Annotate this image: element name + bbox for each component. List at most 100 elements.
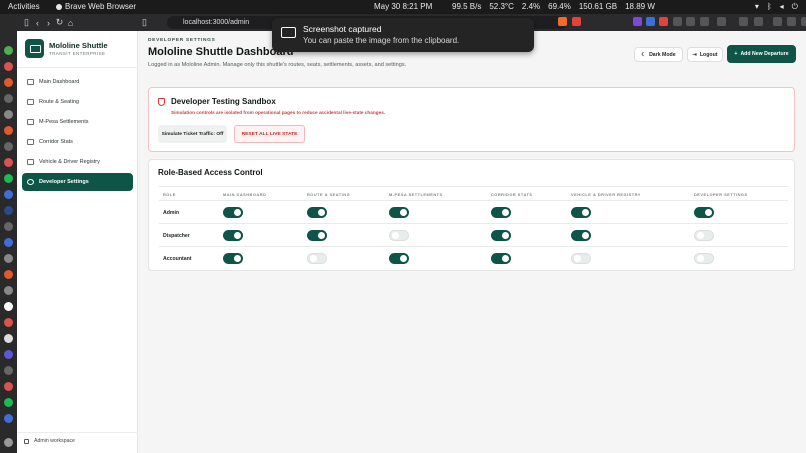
leo-icon[interactable] <box>754 17 763 26</box>
toggle-knob <box>582 209 589 216</box>
column-header: MAIN DASHBOARD <box>223 192 267 197</box>
dock-app-icon[interactable] <box>4 302 13 311</box>
sidebar-panel-icon[interactable] <box>717 17 726 26</box>
permission-toggle[interactable] <box>223 207 243 218</box>
back-icon[interactable]: ‹ <box>32 18 43 28</box>
show-apps-icon[interactable] <box>4 438 13 447</box>
dock-app-icon[interactable] <box>4 222 13 231</box>
wifi-icon[interactable]: ▾ <box>755 2 759 12</box>
dock-app-icon[interactable] <box>4 270 13 279</box>
bookmark-icon[interactable]: ▯ <box>139 17 150 28</box>
app-menu[interactable]: Brave Web Browser <box>56 2 136 11</box>
toggle-knob <box>234 255 241 262</box>
menu-icon[interactable] <box>773 17 782 26</box>
forward-icon[interactable]: › <box>43 18 54 28</box>
brave-shields-icon[interactable] <box>558 17 567 26</box>
extension-icon[interactable] <box>659 17 668 26</box>
sidebar-item-mpesa-settlements[interactable]: M-Pesa Settlements <box>22 113 133 131</box>
permission-toggle[interactable] <box>491 207 511 218</box>
system-tray[interactable]: ▾ ᛒ ◂ ⏻ <box>755 2 798 12</box>
dock-app-icon[interactable] <box>4 94 13 103</box>
add-new-departure-button[interactable]: + Add New Departure <box>727 45 796 63</box>
volume-icon[interactable]: ◂ <box>780 2 784 12</box>
permission-toggle[interactable] <box>307 207 327 218</box>
bluetooth-icon[interactable]: ᛒ <box>767 2 772 12</box>
dock-app-icon[interactable] <box>4 46 13 55</box>
reset-live-state-button[interactable]: RESET ALL LIVE STATE <box>234 125 305 143</box>
brand[interactable]: Mololine Shuttle TRANSIT ENTERPRISE <box>25 39 108 58</box>
dock-app-icon[interactable] <box>4 286 13 295</box>
extensions-menu-icon[interactable] <box>700 17 709 26</box>
dock-app-icon[interactable] <box>4 78 13 87</box>
permission-toggle[interactable] <box>694 253 714 264</box>
dock-app-icon[interactable] <box>4 350 13 359</box>
dock-app-icon[interactable] <box>4 174 13 183</box>
toast-message: You can paste the image from the clipboa… <box>303 36 460 45</box>
minimize-icon[interactable] <box>787 17 796 26</box>
dock-app-icon[interactable] <box>4 334 13 343</box>
permission-toggle[interactable] <box>491 253 511 264</box>
permission-toggle[interactable] <box>223 230 243 241</box>
home-icon[interactable]: ⌂ <box>65 18 76 28</box>
divider <box>17 432 138 433</box>
permission-toggle[interactable] <box>571 230 591 241</box>
dock-app-icon[interactable] <box>4 382 13 391</box>
permission-toggle[interactable] <box>694 207 714 218</box>
toggle-knob <box>318 209 325 216</box>
permission-toggle[interactable] <box>491 230 511 241</box>
permission-toggle[interactable] <box>307 230 327 241</box>
activities-button[interactable]: Activities <box>8 2 40 11</box>
dark-mode-button[interactable]: ☾ Dark Mode <box>634 47 683 62</box>
table-divider <box>159 200 788 201</box>
sidebar-item-vehicle-driver-registry[interactable]: Vehicle & Driver Registry <box>22 153 133 171</box>
logout-icon: ⇥ <box>692 51 697 58</box>
dock-app-icon[interactable] <box>4 318 13 327</box>
extension-icon[interactable] <box>673 17 682 26</box>
power-menu-icon[interactable]: ⏻ <box>792 2 798 12</box>
dock-app-icon[interactable] <box>4 414 13 423</box>
workspace-text: Admin workspace <box>34 438 75 444</box>
wallet-icon[interactable] <box>739 17 748 26</box>
dock-app-icon[interactable] <box>4 398 13 407</box>
permission-toggle[interactable] <box>571 253 591 264</box>
dock-app-icon[interactable] <box>4 142 13 151</box>
permission-toggle[interactable] <box>571 207 591 218</box>
sidebar-item-main-dashboard[interactable]: Main Dashboard <box>22 73 133 91</box>
dock-app-icon[interactable] <box>4 254 13 263</box>
permission-toggle[interactable] <box>307 253 327 264</box>
role-label: Accountant <box>163 256 192 262</box>
sidebar-item-corridor-stats[interactable]: Corridor Stats <box>22 133 133 151</box>
plus-icon: + <box>734 51 738 57</box>
sidebar-item-developer-settings[interactable]: Developer Settings <box>22 173 133 191</box>
permission-toggle[interactable] <box>389 207 409 218</box>
close-window-icon[interactable] <box>801 17 806 26</box>
extension-icon[interactable] <box>646 17 655 26</box>
dock-app-icon[interactable] <box>4 158 13 167</box>
clock[interactable]: May 30 8:21 PM <box>374 2 432 11</box>
screenshot-toast[interactable]: Screenshot captured You can paste the im… <box>272 18 534 52</box>
brave-rewards-icon[interactable] <box>572 17 581 26</box>
sidebar-toggle-icon[interactable]: ▯ <box>21 17 32 28</box>
logout-button[interactable]: ⇥ Logout <box>687 47 723 62</box>
permission-toggle[interactable] <box>389 253 409 264</box>
permission-toggle[interactable] <box>389 230 409 241</box>
dark-mode-label: Dark Mode <box>649 51 676 58</box>
simulate-ticket-traffic-toggle[interactable]: Simulate Ticket Traffic: Off <box>158 125 227 143</box>
extension-icon[interactable] <box>686 17 695 26</box>
dock-app-icon[interactable] <box>4 190 13 199</box>
dock-app-icon[interactable] <box>4 110 13 119</box>
permission-toggle[interactable] <box>223 253 243 264</box>
disk-usage: 150.61 GB <box>578 2 618 11</box>
dock-app-icon[interactable] <box>4 206 13 215</box>
rbac-title: Role-Based Access Control <box>158 168 263 177</box>
shield-icon <box>158 98 165 106</box>
dock-app-icon[interactable] <box>4 238 13 247</box>
reload-icon[interactable]: ↻ <box>54 17 65 28</box>
toggle-knob <box>697 255 704 262</box>
dock-app-icon[interactable] <box>4 126 13 135</box>
extension-icon[interactable] <box>633 17 642 26</box>
dock-app-icon[interactable] <box>4 366 13 375</box>
permission-toggle[interactable] <box>694 230 714 241</box>
sidebar-item-route-seating[interactable]: Route & Seating <box>22 93 133 111</box>
dock-app-icon[interactable] <box>4 62 13 71</box>
